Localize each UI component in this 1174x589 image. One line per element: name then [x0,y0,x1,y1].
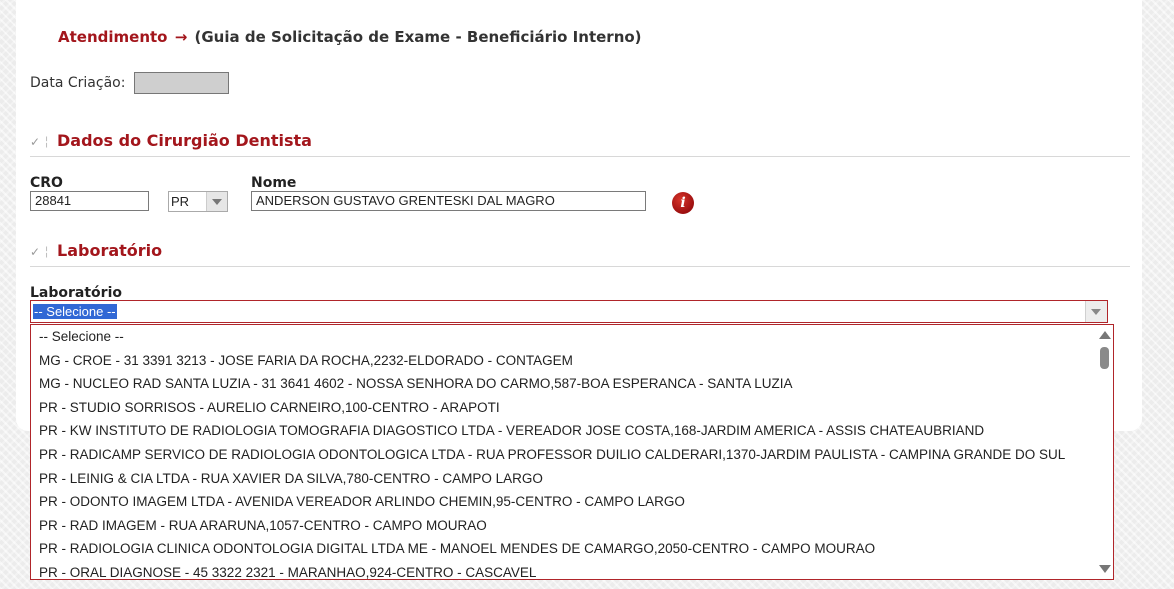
dropdown-option[interactable]: MG - NUCLEO RAD SANTA LUZIA - 31 3641 46… [31,372,1095,396]
cro-label: CRO [30,175,63,191]
breadcrumb: Atendimento → (Guia de Solicitação de Ex… [58,28,642,46]
lab-selected-value: -- Selecione -- [33,304,117,319]
breadcrumb-main[interactable]: Atendimento [58,28,167,46]
creation-date-label: Data Criação: [30,75,126,91]
dropdown-option[interactable]: -- Selecione -- [31,325,1095,349]
uf-value: PR [171,194,190,209]
creation-date-field [134,72,229,94]
check-icon: ✓ [30,245,41,259]
arrow-right-icon: → [174,28,188,46]
scroll-up-icon[interactable] [1099,331,1111,339]
dropdown-option[interactable]: PR - RADIOLOGIA CLINICA ODONTOLOGIA DIGI… [31,537,1095,561]
lab-select[interactable]: -- Selecione -- [30,300,1108,323]
separator-icon: ¦ [45,134,49,148]
name-input[interactable]: ANDERSON GUSTAVO GRENTESKI DAL MAGRO [251,191,646,211]
lab-field-label: Laboratório [30,285,122,301]
dropdown-option[interactable]: PR - ORAL DIAGNOSE - 45 3322 2321 - MARA… [31,561,1095,579]
info-icon[interactable]: i [672,192,694,214]
dropdown-option[interactable]: PR - ODONTO IMAGEM LTDA - AVENIDA VEREAD… [31,490,1095,514]
dropdown-option[interactable]: PR - KW INSTITUTO DE RADIOLOGIA TOMOGRAF… [31,419,1095,443]
divider [30,156,1130,157]
chevron-down-icon [212,199,222,205]
uf-dropdown-button[interactable] [206,192,227,211]
cro-input[interactable]: 28841 [30,191,149,211]
lab-dropdown-button[interactable] [1085,301,1107,322]
scrollbar-thumb[interactable] [1100,347,1109,369]
separator-icon: ¦ [45,244,49,258]
chevron-down-icon [1091,309,1101,315]
lab-section-title: Laboratório [57,241,163,260]
dropdown-option[interactable]: PR - RAD IMAGEM - RUA ARARUNA,1057-CENTR… [31,514,1095,538]
dropdown-option[interactable]: MG - CROE - 31 3391 3213 - JOSE FARIA DA… [31,349,1095,373]
scroll-down-icon[interactable] [1099,565,1111,573]
breadcrumb-page: (Guia de Solicitação de Exame - Benefici… [194,28,642,46]
lab-options: -- Selecione -- MG - CROE - 31 3391 3213… [31,325,1095,579]
dropdown-option[interactable]: PR - LEINIG & CIA LTDA - RUA XAVIER DA S… [31,467,1095,491]
dropdown-scrollbar[interactable] [1095,325,1113,579]
dropdown-option[interactable]: PR - RADICAMP SERVICO DE RADIOLOGIA ODON… [31,443,1095,467]
lab-dropdown-list[interactable]: -- Selecione -- MG - CROE - 31 3391 3213… [30,324,1114,580]
name-label: Nome [251,175,297,191]
uf-select[interactable]: PR [168,191,228,212]
dropdown-option[interactable]: PR - STUDIO SORRISOS - AURELIO CARNEIRO,… [31,396,1095,420]
dentist-section-title: Dados do Cirurgião Dentista [57,131,312,150]
check-icon: ✓ [30,135,41,149]
divider [30,266,1130,267]
